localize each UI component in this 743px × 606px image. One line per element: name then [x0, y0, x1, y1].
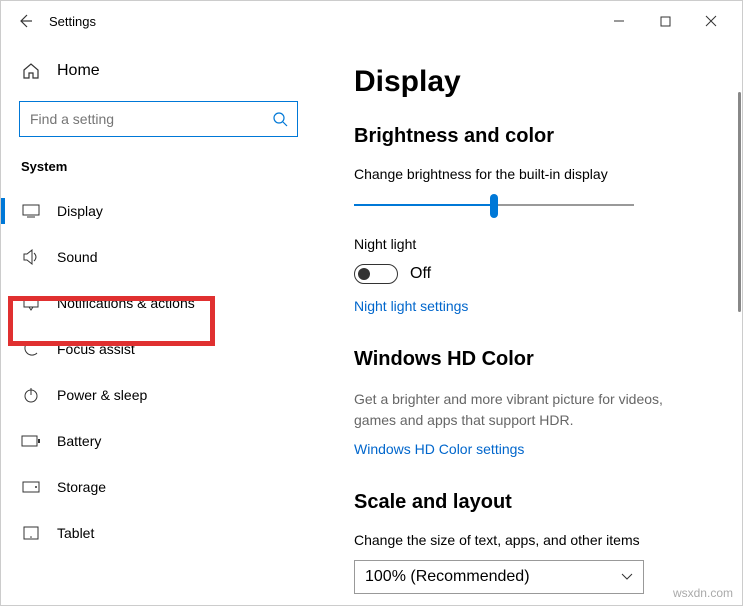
close-icon [705, 15, 717, 27]
home-label: Home [57, 62, 100, 80]
scale-dropdown[interactable]: 100% (Recommended) [354, 560, 644, 594]
arrow-left-icon [17, 13, 33, 29]
sidebar-item-storage[interactable]: Storage [1, 464, 316, 510]
sidebar-item-battery[interactable]: Battery [1, 418, 316, 464]
search-icon [270, 109, 290, 129]
section-header: System [1, 151, 316, 188]
night-light-label: Night light [354, 236, 704, 252]
night-light-settings-link[interactable]: Night light settings [354, 298, 704, 314]
scale-value: 100% (Recommended) [365, 568, 530, 586]
watermark: wsxdn.com [673, 586, 733, 600]
sidebar-item-power-sleep[interactable]: Power & sleep [1, 372, 316, 418]
titlebar: Settings [1, 1, 742, 41]
battery-icon [21, 431, 41, 451]
home-link[interactable]: Home [1, 51, 316, 91]
chevron-down-icon [621, 568, 633, 586]
minimize-icon [613, 15, 625, 27]
notification-icon [21, 293, 41, 313]
sidebar-item-label: Sound [57, 249, 97, 265]
sound-icon [21, 247, 41, 267]
hd-color-header: Windows HD Color [354, 348, 704, 371]
sidebar-item-display[interactable]: Display [1, 188, 316, 234]
tablet-icon [21, 523, 41, 543]
sidebar: Home System Display Sound Notifications … [1, 41, 316, 605]
scale-label: Change the size of text, apps, and other… [354, 532, 704, 548]
back-button[interactable] [9, 5, 41, 37]
settings-window: Settings Home System Display [0, 0, 743, 606]
sidebar-item-label: Storage [57, 479, 106, 495]
sidebar-item-label: Focus assist [57, 341, 135, 357]
sidebar-item-focus-assist[interactable]: Focus assist [1, 326, 316, 372]
home-icon [21, 61, 41, 81]
close-button[interactable] [688, 5, 734, 37]
scrollbar[interactable] [738, 92, 741, 312]
sidebar-item-notifications[interactable]: Notifications & actions [1, 280, 316, 326]
sidebar-item-label: Notifications & actions [57, 295, 195, 311]
brightness-header: Brightness and color [354, 125, 704, 148]
maximize-button[interactable] [642, 5, 688, 37]
maximize-icon [660, 16, 671, 27]
sidebar-item-label: Display [57, 203, 103, 219]
sidebar-item-tablet[interactable]: Tablet [1, 510, 316, 556]
hd-color-link[interactable]: Windows HD Color settings [354, 441, 704, 457]
night-light-toggle[interactable] [354, 264, 398, 284]
hd-color-desc: Get a brighter and more vibrant picture … [354, 389, 704, 431]
main-content: Display Brightness and color Change brig… [316, 41, 742, 605]
page-title: Display [354, 65, 704, 99]
window-title: Settings [49, 14, 96, 29]
sidebar-item-label: Battery [57, 433, 101, 449]
search-input[interactable] [19, 101, 298, 137]
night-light-state: Off [410, 265, 431, 283]
sidebar-item-label: Tablet [57, 525, 94, 541]
sidebar-item-sound[interactable]: Sound [1, 234, 316, 280]
sidebar-item-label: Power & sleep [57, 387, 147, 403]
focus-assist-icon [21, 339, 41, 359]
storage-icon [21, 477, 41, 497]
minimize-button[interactable] [596, 5, 642, 37]
power-icon [21, 385, 41, 405]
brightness-slider[interactable] [354, 194, 634, 218]
scale-header: Scale and layout [354, 491, 704, 514]
brightness-label: Change brightness for the built-in displ… [354, 166, 704, 182]
display-icon [21, 201, 41, 221]
